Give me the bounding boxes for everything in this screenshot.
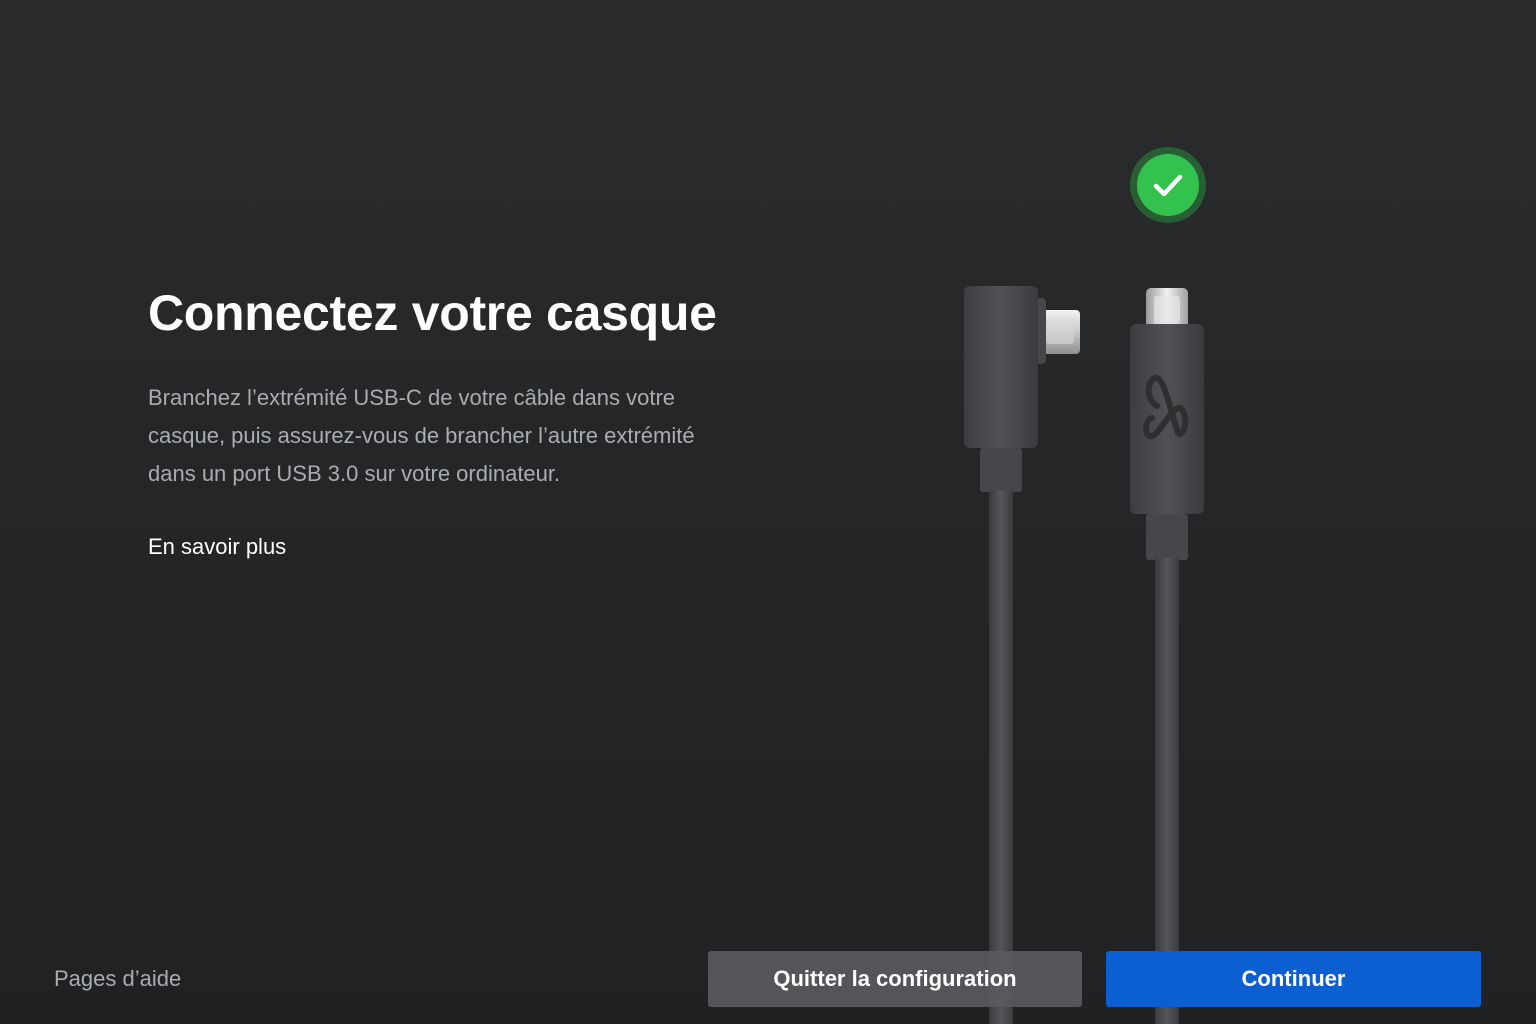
setup-page: Connectez votre casque Branchez l’extrém… [0,0,1536,1024]
straight-plug [1130,288,1204,1024]
continue-button[interactable]: Continuer [1106,951,1481,1007]
page-title: Connectez votre casque [148,285,717,341]
quit-setup-button[interactable]: Quitter la configuration [708,951,1082,1007]
angled-plug [964,286,1080,1024]
instructions-text: Branchez l’extrémité USB-C de votre câbl… [148,385,695,486]
usb-c-cable-illustration [964,286,1204,1024]
check-icon [1130,147,1206,223]
help-pages-link[interactable]: Pages d’aide [54,966,181,992]
learn-more-link[interactable]: En savoir plus [148,534,286,560]
